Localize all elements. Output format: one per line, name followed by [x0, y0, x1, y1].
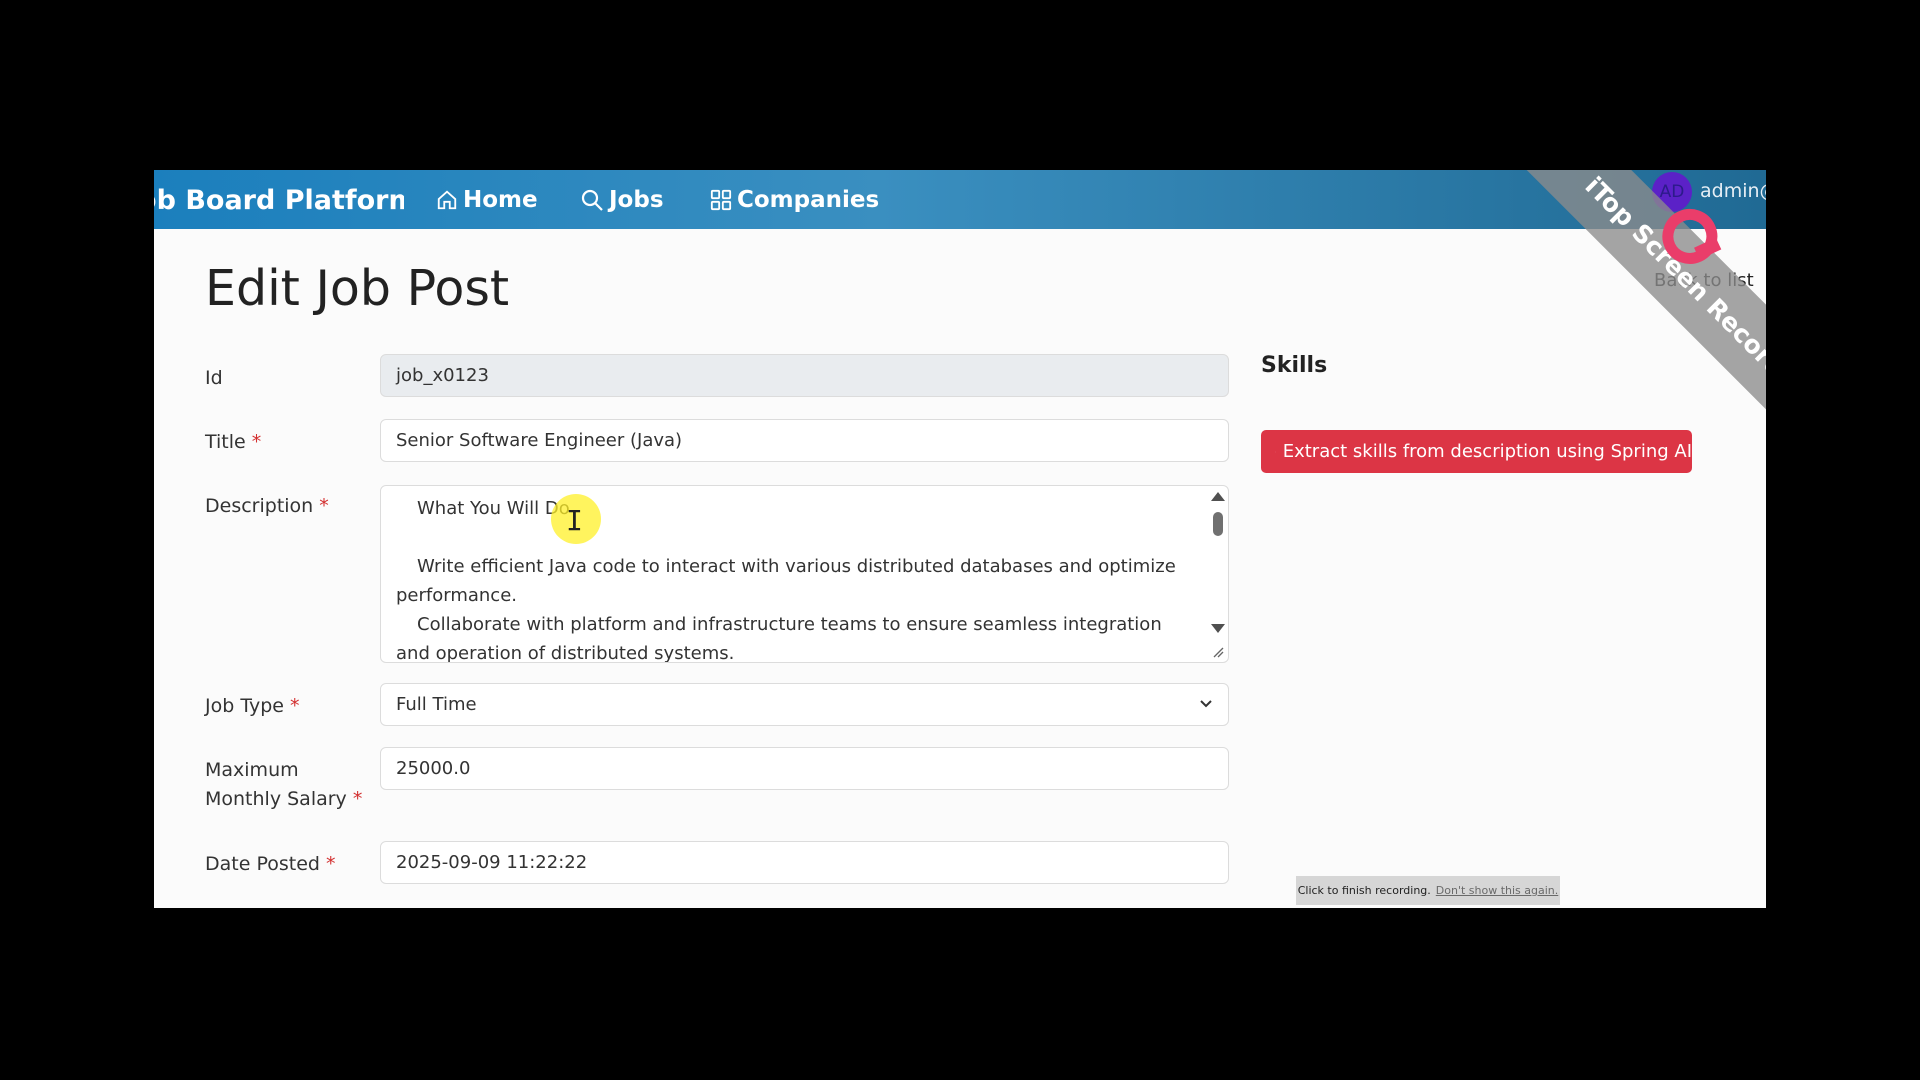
title-label: Title *: [205, 428, 261, 457]
job-type-label-text: Job Type: [205, 695, 284, 717]
job-type-value: Full Time: [396, 694, 477, 715]
finish-recording-text[interactable]: Click to finish recording.: [1298, 884, 1431, 897]
scroll-down-arrow-icon[interactable]: [1211, 624, 1225, 633]
plus-circle-icon: [1275, 451, 1276, 452]
house-icon: [437, 190, 457, 209]
recording-bar[interactable]: Click to finish recording. Don't show th…: [1296, 876, 1560, 905]
navbar: Job Board Platform Home Jobs Companies A…: [154, 170, 1766, 229]
required-marker: *: [251, 431, 262, 453]
required-marker: *: [352, 788, 363, 810]
date-posted-label-text: Date Posted: [205, 853, 320, 875]
nav-jobs[interactable]: Jobs: [580, 170, 664, 229]
job-type-select[interactable]: Full Time: [380, 683, 1229, 726]
id-label-text: Id: [205, 367, 223, 389]
chevron-down-icon: [1200, 700, 1212, 708]
text-cursor-icon: I: [566, 504, 583, 537]
description-label: Description *: [205, 492, 329, 521]
brand-text: Job Board Platform: [154, 185, 404, 216]
description-textarea[interactable]: What You Will Do Write efficient Java co…: [380, 485, 1229, 663]
nav-home-label: Home: [463, 186, 538, 213]
job-type-label: Job Type *: [205, 692, 300, 721]
salary-label-line2: Monthly Salary: [205, 788, 347, 810]
salary-field[interactable]: 25000.0: [380, 747, 1229, 790]
dont-show-again-link[interactable]: Don't show this again.: [1436, 884, 1559, 897]
description-scrollbar[interactable]: [1206, 486, 1228, 662]
description-text: What You Will Do Write efficient Java co…: [396, 494, 1186, 663]
description-line: What You Will Do: [417, 498, 570, 519]
resize-handle-icon[interactable]: [1212, 646, 1224, 658]
id-label: Id: [205, 364, 223, 393]
app-window: Job Board Platform Home Jobs Companies A…: [154, 170, 1766, 908]
extract-skills-button[interactable]: Extract skills from description using Sp…: [1261, 430, 1692, 473]
nav-companies-label: Companies: [737, 186, 880, 213]
recorder-logo-icon: [1662, 208, 1722, 264]
id-field[interactable]: job_x0123: [380, 354, 1229, 397]
nav-jobs-label: Jobs: [609, 186, 664, 213]
description-line: Collaborate with platform and infrastruc…: [396, 614, 1162, 663]
extract-skills-label: Extract skills from description using Sp…: [1282, 441, 1692, 462]
scroll-up-arrow-icon[interactable]: [1211, 492, 1225, 501]
description-label-text: Description: [205, 495, 314, 517]
date-posted-label: Date Posted *: [205, 850, 336, 879]
salary-label: Maximum Monthly Salary *: [205, 756, 362, 814]
page-title: Edit Job Post: [205, 260, 510, 317]
date-posted-field[interactable]: 2025-09-09 11:22:22: [380, 841, 1229, 884]
required-marker: *: [326, 853, 336, 875]
brand-link[interactable]: Job Board Platform: [154, 170, 404, 229]
grid-icon: [710, 189, 732, 210]
required-marker: *: [319, 495, 329, 517]
search-icon: [581, 189, 603, 211]
scroll-thumb[interactable]: [1213, 512, 1223, 536]
title-label-text: Title: [205, 431, 246, 453]
description-line: Write efficient Java code to interact wi…: [396, 556, 1176, 606]
salary-label-line1: Maximum: [205, 759, 299, 781]
nav-companies[interactable]: Companies: [710, 170, 879, 229]
skills-title: Skills: [1261, 353, 1328, 378]
title-field[interactable]: Senior Software Engineer (Java): [380, 419, 1229, 462]
nav-home[interactable]: Home: [436, 170, 538, 229]
required-marker: *: [290, 695, 300, 717]
